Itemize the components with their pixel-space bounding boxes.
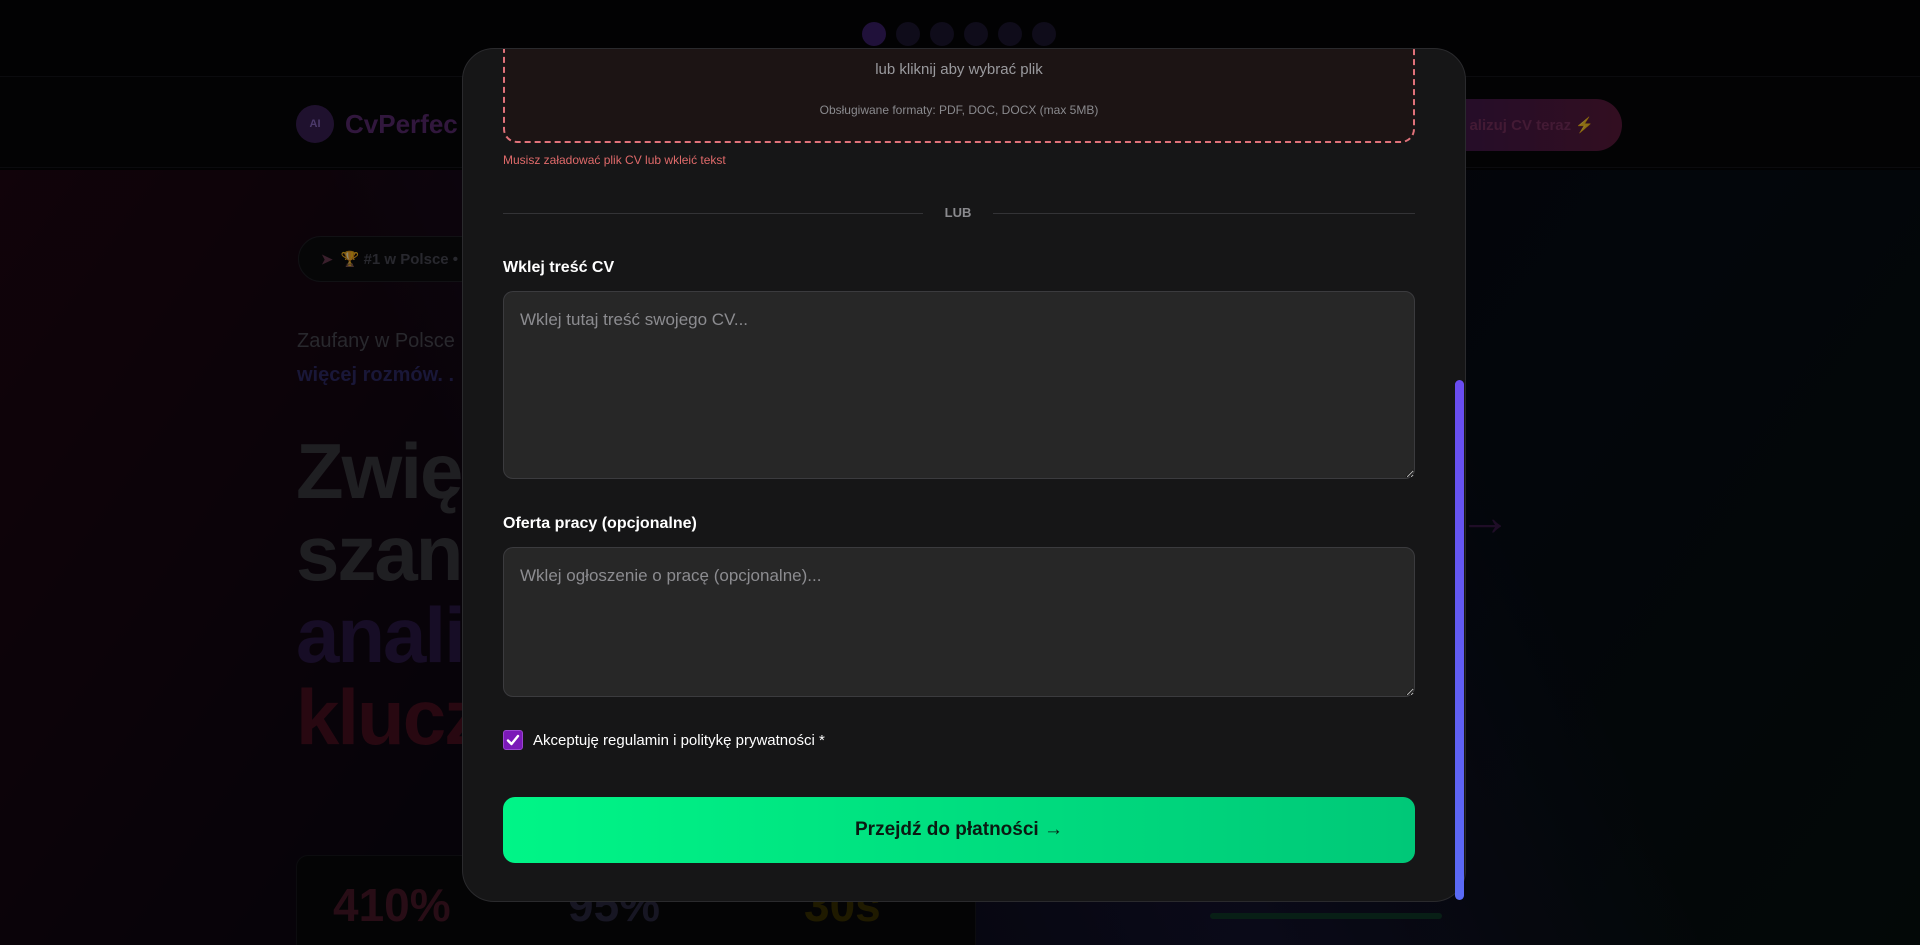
upload-error: Musisz załadować plik CV lub wkleić teks… <box>503 153 726 167</box>
dropzone-instruction: lub kliknij aby wybrać plik <box>875 61 1043 78</box>
divider-line <box>503 213 923 214</box>
divider-text: LUB <box>944 205 972 220</box>
job-offer-input[interactable] <box>503 547 1415 697</box>
dropzone-formats: Obsługiwane formaty: PDF, DOC, DOCX (max… <box>819 103 1099 117</box>
terms-row[interactable]: Akceptuję regulamin i politykę prywatnoś… <box>503 730 825 750</box>
cv-text-input[interactable] <box>503 291 1415 479</box>
divider-line <box>993 213 1415 214</box>
page: AI CvPerfec alizuj CV teraz ⚡ ➤ 🏆 #1 w P… <box>0 0 1920 945</box>
upload-modal: lub kliknij aby wybrać plik Obsługiwane … <box>462 48 1466 902</box>
cv-text-label: Wklej treść CV <box>503 259 615 276</box>
proceed-to-payment-button[interactable]: Przejdź do płatności → <box>503 797 1415 863</box>
cv-dropzone[interactable]: lub kliknij aby wybrać plik Obsługiwane … <box>503 49 1415 143</box>
terms-checkbox[interactable] <box>503 730 523 750</box>
job-offer-label: Oferta pracy (opcjonalne) <box>503 515 697 532</box>
checkmark-icon <box>506 734 520 746</box>
modal-scrollbar[interactable] <box>1455 380 1464 900</box>
terms-label[interactable]: Akceptuję regulamin i politykę prywatnoś… <box>533 732 825 749</box>
